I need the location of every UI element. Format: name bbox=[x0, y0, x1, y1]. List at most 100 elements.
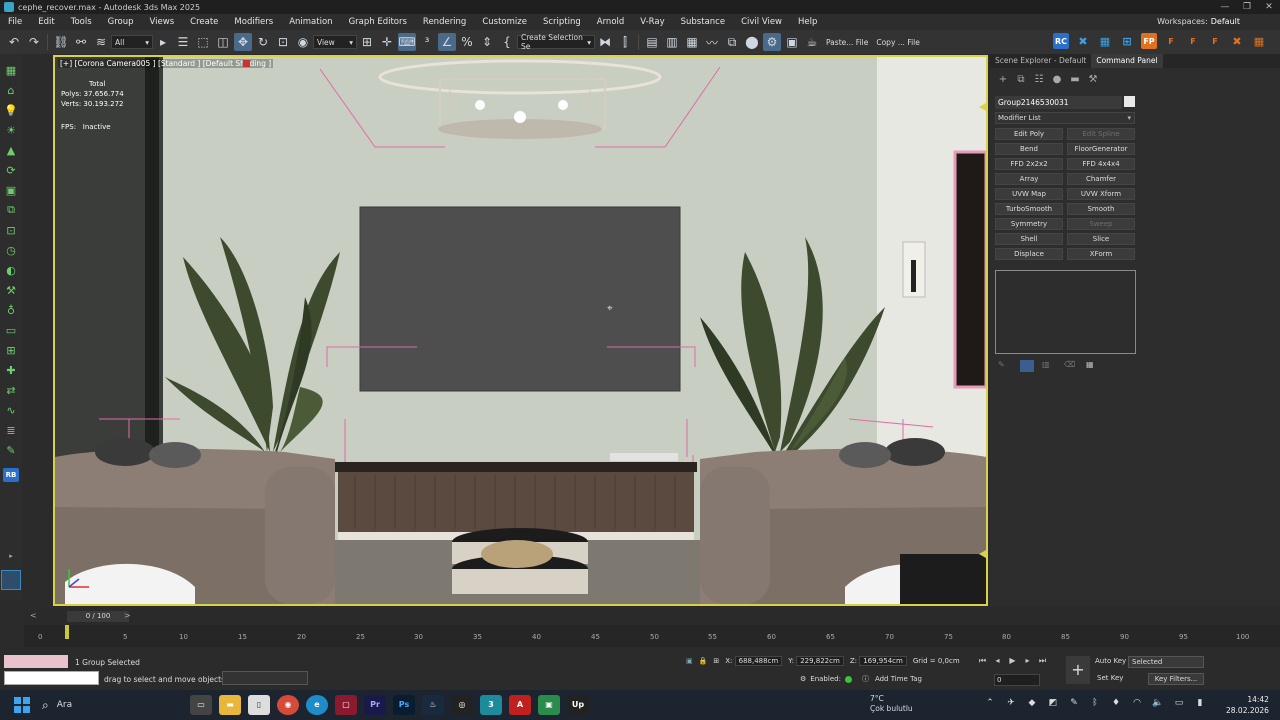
make-unique-icon[interactable]: ▥ bbox=[1042, 360, 1056, 372]
modifier-edit-poly-button[interactable]: Edit Poly bbox=[995, 128, 1063, 140]
menu-civil-view[interactable]: Civil View bbox=[733, 14, 790, 30]
menu-create[interactable]: Create bbox=[182, 14, 226, 30]
secondary-listener[interactable] bbox=[222, 671, 308, 685]
track-bar[interactable]: 0 5 10 15 20 25 30 35 40 45 50 55 60 65 … bbox=[24, 625, 1280, 647]
path-icon[interactable]: ⇄ bbox=[3, 382, 19, 398]
toggle-ribbon-icon[interactable]: ▦ bbox=[683, 33, 701, 51]
file-explorer-icon[interactable]: ▬ bbox=[219, 695, 241, 715]
utilities-tab-icon[interactable]: ⚒ bbox=[1084, 74, 1102, 85]
pivot-center-icon[interactable]: ⊞ bbox=[358, 33, 376, 51]
key-selection-dropdown[interactable]: Selected bbox=[1128, 656, 1204, 668]
time-slider[interactable]: < 0 / 100 > bbox=[24, 610, 1280, 624]
time-tag-icon[interactable]: ⓘ bbox=[862, 674, 869, 684]
object-color-swatch[interactable] bbox=[1124, 96, 1135, 107]
brave-icon[interactable]: ◆ bbox=[1024, 698, 1040, 708]
menu-views[interactable]: Views bbox=[142, 14, 183, 30]
spinner-snap-icon[interactable]: ⇕ bbox=[478, 33, 496, 51]
telegram-icon[interactable]: ✈ bbox=[1003, 698, 1019, 708]
configure-modifier-sets-icon[interactable]: ▦ bbox=[1086, 360, 1100, 372]
create-lights-icon[interactable]: 💡 bbox=[3, 102, 19, 118]
paste-file-button[interactable]: Paste... File bbox=[822, 38, 872, 47]
rb-button[interactable]: RB bbox=[3, 468, 19, 482]
viewport-label[interactable]: [+] [Corona Camera005 ] [Standard ] [Def… bbox=[58, 59, 274, 68]
workspace-selector[interactable]: Workspaces: Default bbox=[1157, 14, 1240, 30]
align-icon[interactable]: ⫿ bbox=[616, 33, 634, 51]
wave-icon[interactable]: ∿ bbox=[3, 402, 19, 418]
tools-icon[interactable]: ✖ bbox=[1075, 33, 1091, 49]
toggle-layer-explorer-icon[interactable]: ▥ bbox=[663, 33, 681, 51]
modifier-symmetry-button[interactable]: Symmetry bbox=[995, 218, 1063, 230]
z-value[interactable]: 169,954cm bbox=[859, 656, 907, 666]
enabled-indicator-icon[interactable] bbox=[844, 675, 852, 683]
set-key-button[interactable]: Set Key bbox=[1097, 674, 1123, 682]
modifier-slice-button[interactable]: Slice bbox=[1067, 233, 1135, 245]
forest-icon[interactable]: F bbox=[1163, 33, 1179, 49]
grid-icon[interactable]: ⊞ bbox=[3, 342, 19, 358]
modifier-ffd-2x2x2-button[interactable]: FFD 2x2x2 bbox=[995, 158, 1063, 170]
create-geometry-icon[interactable]: ▦ bbox=[3, 62, 19, 78]
add-time-tag-button[interactable]: Add Time Tag bbox=[875, 675, 922, 683]
autocad-icon[interactable]: A bbox=[509, 695, 531, 715]
modifier-shell-button[interactable]: Shell bbox=[995, 233, 1063, 245]
set-key-big-button[interactable]: + bbox=[1066, 656, 1090, 684]
render-production-icon[interactable]: ☕ bbox=[803, 33, 821, 51]
angle-snap-icon[interactable]: ∠ bbox=[438, 33, 456, 51]
speaker-icon[interactable]: 🔈 bbox=[1150, 698, 1166, 708]
y-coord[interactable]: Y: 229,822cm bbox=[788, 656, 844, 666]
forest-lite-icon[interactable]: F bbox=[1207, 33, 1223, 49]
upwork-icon[interactable]: Up bbox=[567, 695, 589, 715]
modifier-edit-spline-button[interactable]: Edit Spline bbox=[1067, 128, 1135, 140]
copy-file-button[interactable]: Copy ... File bbox=[872, 38, 924, 47]
github-icon[interactable]: ◎ bbox=[451, 695, 473, 715]
rc-button[interactable]: RC bbox=[1053, 33, 1069, 49]
previous-frame-icon[interactable]: ◂ bbox=[990, 656, 1005, 666]
x-coord[interactable]: X: 688,488cm bbox=[725, 656, 783, 666]
select-and-scale-icon[interactable]: ⊡ bbox=[274, 33, 292, 51]
bluetooth-icon[interactable]: ᛒ bbox=[1087, 698, 1103, 708]
menu-graph-editors[interactable]: Graph Editors bbox=[341, 14, 415, 30]
menu-tools[interactable]: Tools bbox=[63, 14, 100, 30]
schematic-view-icon[interactable]: ⧉ bbox=[723, 33, 741, 51]
rendered-frame-window-icon[interactable]: ▣ bbox=[783, 33, 801, 51]
menu-edit[interactable]: Edit bbox=[30, 14, 62, 30]
tab-scene-explorer[interactable]: Scene Explorer - Default bbox=[990, 54, 1091, 68]
rectangular-selection-icon[interactable]: ⬚ bbox=[194, 33, 212, 51]
pin-stack-icon[interactable]: ✎ bbox=[998, 360, 1012, 372]
viewport-camera[interactable]: [+] [Corona Camera005 ] [Standard ] [Def… bbox=[53, 55, 988, 606]
nvidia-icon[interactable]: ◩ bbox=[1045, 698, 1061, 708]
create-tab-icon[interactable]: + bbox=[994, 74, 1012, 85]
maxscript-mini-listener[interactable] bbox=[4, 655, 68, 668]
systems-icon[interactable]: ▣ bbox=[3, 182, 19, 198]
modifier-stack[interactable] bbox=[995, 270, 1136, 354]
forest-pack-icon[interactable]: F bbox=[1185, 33, 1201, 49]
next-frame-icon[interactable]: ▸ bbox=[1020, 656, 1035, 666]
select-and-rotate-icon[interactable]: ↻ bbox=[254, 33, 272, 51]
menu-help[interactable]: Help bbox=[790, 14, 825, 30]
modifier-list-dropdown[interactable]: Modifier List bbox=[995, 112, 1135, 124]
material-editor-icon[interactable]: ⬤ bbox=[743, 33, 761, 51]
named-selection-dropdown[interactable]: Create Selection Se ▾ bbox=[517, 33, 595, 51]
modifier-turbosmooth-button[interactable]: TurboSmooth bbox=[995, 203, 1063, 215]
paint-icon[interactable]: ✎ bbox=[3, 442, 19, 458]
time-next-icon[interactable]: > bbox=[124, 611, 131, 620]
window-crossing-icon[interactable]: ◫ bbox=[214, 33, 232, 51]
object-name-field[interactable]: Group2146530031 bbox=[995, 96, 1122, 109]
select-and-move-icon[interactable]: ✥ bbox=[234, 33, 252, 51]
create-helpers-icon[interactable]: ▲ bbox=[3, 142, 19, 158]
layout-icon[interactable]: ⊞ bbox=[1119, 33, 1135, 49]
curve-editor-icon[interactable]: 〰 bbox=[703, 33, 721, 51]
play-icon[interactable]: ▶ bbox=[1005, 656, 1020, 666]
chrome-icon[interactable]: ◉ bbox=[277, 695, 299, 715]
show-end-result-icon[interactable] bbox=[1020, 360, 1034, 372]
minimize-button[interactable]: — bbox=[1214, 0, 1236, 14]
fp-button[interactable]: FP bbox=[1141, 33, 1157, 49]
percent-snap-icon[interactable]: % bbox=[458, 33, 476, 51]
y-value[interactable]: 229,822cm bbox=[796, 656, 844, 666]
modifier-displace-button[interactable]: Displace bbox=[995, 248, 1063, 260]
bulb-icon[interactable]: ♁ bbox=[3, 302, 19, 318]
steam-icon[interactable]: ♨ bbox=[422, 695, 444, 715]
unlink-icon[interactable]: ⚯ bbox=[72, 33, 90, 51]
remove-modifier-icon[interactable]: ⌫ bbox=[1064, 360, 1078, 372]
task-view-icon[interactable]: ▭ bbox=[190, 695, 212, 715]
modifier-uvw-map-button[interactable]: UVW Map bbox=[995, 188, 1063, 200]
